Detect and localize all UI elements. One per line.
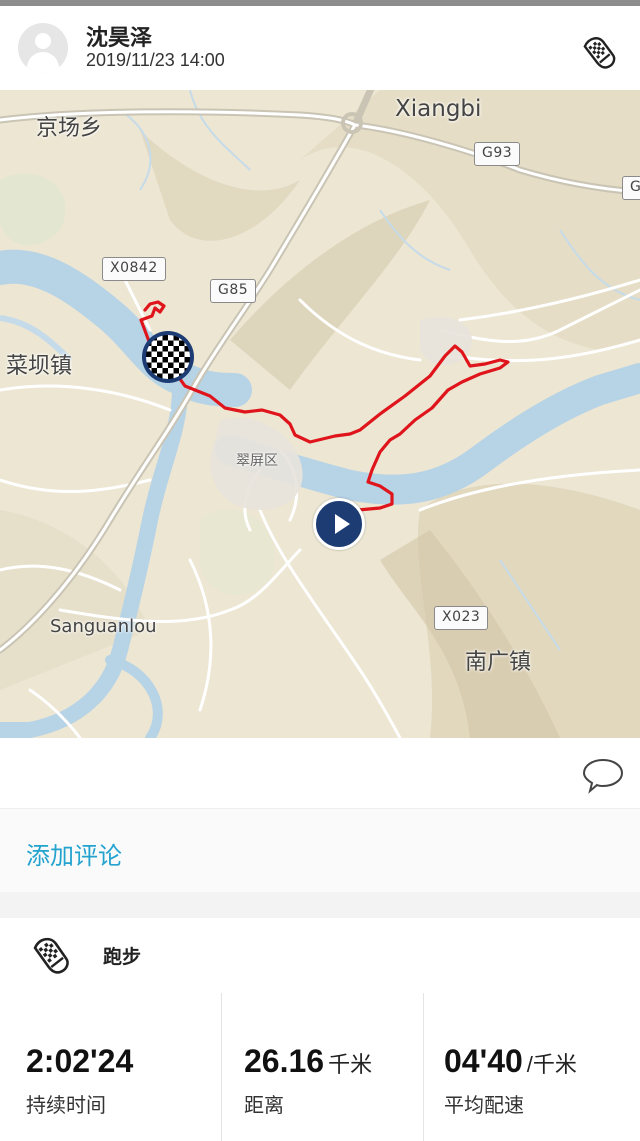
road-shield-g-edge: G [622, 176, 640, 200]
map-label-jingchang: 京场乡 [36, 116, 103, 141]
avatar-head [35, 33, 51, 49]
map-label-cuiping: 翠屏区 [236, 453, 278, 469]
distance-label: 距离 [244, 1095, 284, 1117]
stat-distance: 26.16 千米 距离 [221, 993, 422, 1141]
play-icon [335, 514, 350, 534]
map-label-nanguang: 南广镇 [465, 650, 532, 675]
running-shoe-icon [33, 937, 69, 974]
road-shield-x0842: X0842 [102, 257, 166, 281]
road-shield-g93: G93 [474, 142, 521, 166]
running-shoe-icon [583, 37, 616, 69]
stat-duration: 2:02'24 持续时间 [0, 993, 220, 1141]
duration-label: 持续时间 [26, 1095, 106, 1117]
map-label-caiba: 菜坝镇 [6, 354, 73, 379]
map-label-sanguanlou: Sanguanlou [50, 616, 157, 637]
speech-bubble-icon[interactable] [581, 756, 625, 794]
activity-type-label: 跑步 [103, 947, 142, 968]
pace-number: 04'40 [444, 1043, 523, 1079]
checkered-flag-icon [146, 335, 190, 379]
distance-number: 26.16 [244, 1043, 325, 1079]
avatar-body [27, 52, 59, 73]
activity-timestamp: 2019/11/23 14:00 [86, 50, 225, 70]
stat-pace-value: 04'40/千米 [444, 1043, 577, 1080]
user-name[interactable]: 沈昊泽 [86, 20, 152, 52]
duration-number: 2:02'24 [26, 1043, 134, 1079]
start-marker[interactable] [142, 331, 194, 383]
add-comment-link[interactable]: 添加评论 [26, 836, 122, 871]
play-route-button[interactable] [313, 498, 365, 550]
add-comment-row: 添加评论 [0, 808, 640, 892]
route-map[interactable]: 京场乡 Xiangbi 菜坝镇 翠屏区 Sanguanlou 南广镇 G93 X… [0, 90, 640, 738]
stat-duration-value: 2:02'24 [26, 1043, 137, 1080]
user-avatar-icon[interactable] [18, 23, 68, 73]
stat-pace: 04'40/千米 平均配速 [423, 993, 640, 1141]
road-shield-x023: X023 [434, 606, 489, 630]
map-canvas [0, 90, 640, 738]
stat-distance-value: 26.16 千米 [244, 1043, 372, 1080]
pace-unit: /千米 [526, 1052, 577, 1077]
activity-summary: 跑步 2:02'24 持续时间 26.16 千米 距离 04'40/千米 平均配速 [0, 918, 640, 1141]
distance-unit: 千米 [328, 1052, 373, 1077]
map-label-xiangbi: Xiangbi [395, 96, 482, 122]
pace-label: 平均配速 [444, 1095, 524, 1117]
activity-header: 沈昊泽 2019/11/23 14:00 [0, 6, 640, 90]
action-bar [0, 738, 640, 808]
road-shield-g85: G85 [210, 279, 257, 303]
